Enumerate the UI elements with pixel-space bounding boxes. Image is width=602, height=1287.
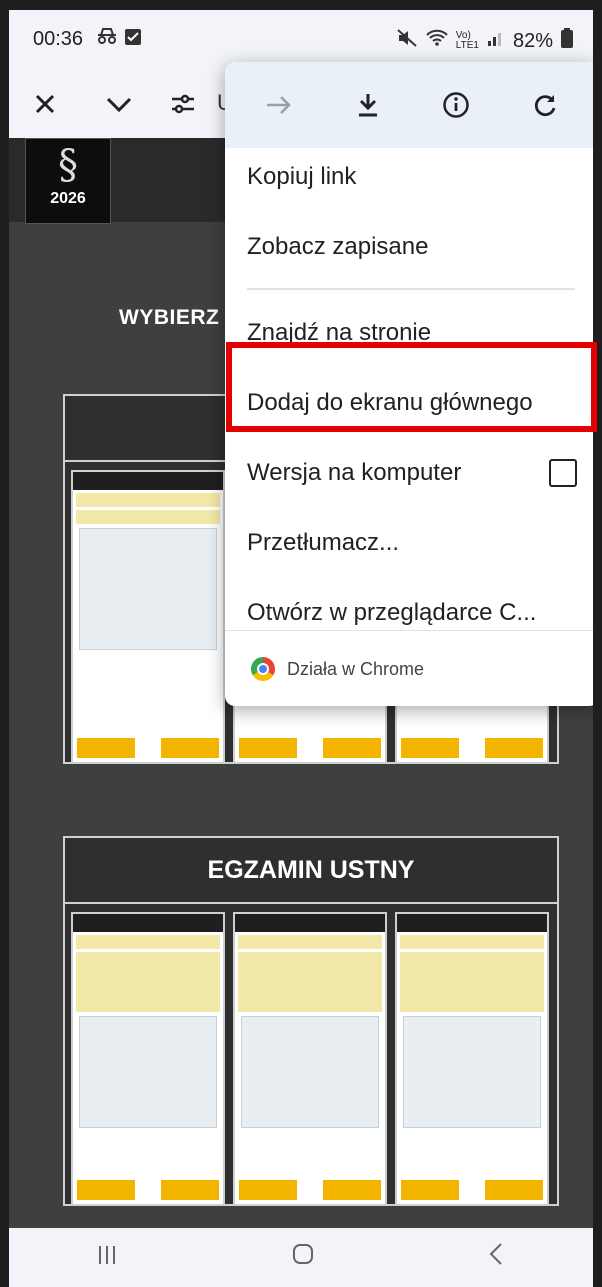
powered-by-chrome: Działa w Chrome: [287, 658, 425, 679]
chrome-logo-icon: [251, 657, 275, 681]
phone-screen: 00:36 Vo) LTE1 82% § 2026 WYBIERZ EGZAMI…: [9, 10, 593, 1287]
download-icon[interactable]: [346, 83, 390, 127]
browser-menu: Kopiuj link Zobacz zapisane Znajdź na st…: [225, 62, 593, 706]
signal-icon: [487, 29, 505, 53]
forward-icon[interactable]: [257, 83, 301, 127]
volte-icon: Vo) LTE1: [455, 30, 479, 51]
status-time: 00:36: [33, 28, 84, 50]
menu-item-saved[interactable]: Zobacz zapisane: [225, 212, 593, 282]
home-icon[interactable]: [291, 1242, 315, 1273]
preview-screenshot: [233, 912, 387, 1206]
site-logo[interactable]: § 2026: [25, 138, 111, 224]
back-icon[interactable]: [487, 1242, 507, 1273]
tune-icon[interactable]: [161, 82, 205, 126]
checkbox-icon: [124, 29, 142, 51]
close-icon[interactable]: [23, 82, 67, 126]
paragraph-logo-symbol: §: [58, 142, 78, 188]
preview-screenshot: [71, 912, 225, 1206]
menu-item-copy-link[interactable]: Kopiuj link: [225, 142, 593, 212]
menu-item-translate[interactable]: Przetłumacz...: [225, 508, 593, 578]
status-bar: 00:36 Vo) LTE1 82%: [9, 10, 593, 70]
mute-icon: [396, 28, 418, 54]
desktop-site-checkbox[interactable]: [549, 459, 577, 487]
menu-item-find-in-page[interactable]: Znajdź na stronie: [225, 298, 593, 368]
menu-icon-row: [225, 62, 593, 148]
menu-divider: [247, 288, 575, 290]
menu-item-desktop-site[interactable]: Wersja na komputer: [225, 438, 593, 508]
battery-icon: [561, 28, 573, 54]
incognito-icon: [95, 28, 124, 51]
logo-year: 2026: [50, 190, 86, 207]
preview-screenshot: [71, 470, 225, 764]
info-icon[interactable]: [434, 83, 478, 127]
wifi-icon: [426, 29, 448, 53]
preview-screenshot: [395, 912, 549, 1206]
refresh-icon[interactable]: [523, 83, 567, 127]
choose-heading: WYBIERZ: [119, 306, 220, 329]
card-title: EGZAMIN USTNY: [65, 838, 557, 904]
battery-text: 82%: [512, 29, 553, 52]
menu-footer: Działa w Chrome: [225, 630, 593, 706]
menu-item-add-to-home[interactable]: Dodaj do ekranu głównego: [225, 368, 593, 438]
system-nav-bar: [9, 1228, 593, 1287]
exam-card-oral[interactable]: EGZAMIN USTNY: [63, 836, 559, 1206]
recents-icon[interactable]: [95, 1242, 119, 1273]
chevron-down-icon[interactable]: [97, 82, 141, 126]
